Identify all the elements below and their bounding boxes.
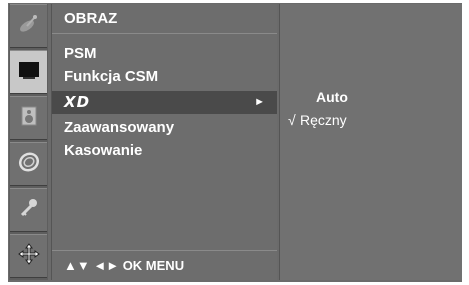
menu-item-advanced[interactable]: Zaawansowany [52, 116, 277, 139]
option-label: Auto [316, 89, 348, 105]
menu-item-psm[interactable]: PSM [52, 42, 277, 65]
menu-item-reset[interactable]: Kasowanie [52, 139, 277, 162]
option-auto[interactable]: Auto [280, 86, 462, 108]
icon-sidebar [9, 4, 48, 280]
menu-title: OBRAZ [52, 4, 277, 34]
picture-menu: OBRAZ PSM Funkcja CSM XD ► Zaawansowany … [51, 4, 277, 280]
menu-item-csm[interactable]: Funkcja CSM [52, 65, 277, 88]
satellite-icon [17, 12, 41, 41]
cursor-icon [17, 242, 41, 271]
sidebar-item-audio[interactable] [10, 96, 47, 140]
checkmark-icon: √ [288, 112, 296, 128]
sidebar-item-picture[interactable] [10, 50, 47, 94]
option-label: Ręczny [300, 112, 347, 128]
menu-item-label: Kasowanie [64, 142, 143, 159]
option-manual[interactable]: √ Ręczny [280, 109, 462, 131]
menu-item-xd[interactable]: XD ► [52, 91, 277, 114]
speaker-icon [17, 104, 41, 133]
menu-item-label: Zaawansowany [64, 119, 175, 136]
navigation-hint: ▲▼ ◄► OK MENU [52, 250, 277, 280]
submenu-arrow-icon: ► [254, 96, 265, 108]
screen-icon [17, 58, 41, 87]
xd-submenu: Auto √ Ręczny [279, 4, 462, 280]
sidebar-item-input[interactable] [10, 234, 47, 278]
sidebar-item-time[interactable] [10, 142, 47, 186]
sidebar-item-lock[interactable] [10, 188, 47, 232]
sidebar-item-satellite[interactable] [10, 4, 47, 48]
key-icon [17, 196, 41, 225]
clock-icon [17, 150, 41, 179]
menu-item-label: Funkcja CSM [64, 68, 159, 85]
menu-item-label: XD [64, 93, 91, 111]
menu-item-label: PSM [64, 45, 97, 62]
